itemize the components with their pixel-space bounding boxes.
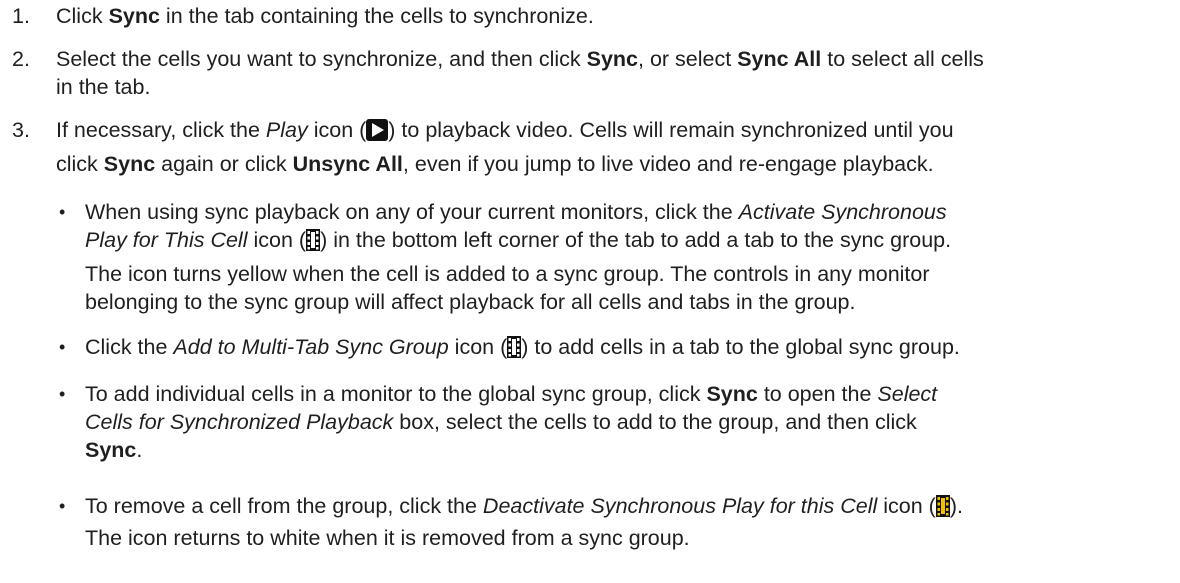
- bullet-text-line-2: The icon returns to white when it is rem…: [85, 526, 690, 550]
- play-label: Play: [265, 118, 308, 142]
- bullet-dot: •: [59, 384, 66, 404]
- step-number: 2.: [12, 47, 30, 71]
- step-number: 1.: [12, 4, 30, 28]
- film-strip-icon: [306, 229, 321, 251]
- bullet-text: Click the Add to Multi-Tab Sync Group ic…: [85, 335, 960, 359]
- film-strip-icon: [507, 336, 522, 358]
- instruction-document: 1. Click Sync in the tab containing the …: [0, 0, 1180, 583]
- bullet-dot: •: [59, 337, 66, 357]
- step-text: Click Sync in the tab containing the cel…: [56, 4, 594, 28]
- sync-label: Sync: [103, 152, 156, 176]
- film-strip-yellow-icon: [935, 495, 950, 517]
- bullet-text-line-2: Play for This Cell icon () in the bottom…: [85, 228, 952, 252]
- step-number: 3.: [12, 118, 30, 142]
- sync-label: Sync: [586, 47, 639, 71]
- bullet-text: To remove a cell from the group, click t…: [85, 494, 963, 518]
- bullet-text-line-4: belonging to the sync group will affect …: [85, 290, 856, 314]
- sync-label: Sync: [108, 4, 160, 28]
- bullet-text-line-3: Sync.: [85, 438, 143, 462]
- sync-all-label: Sync All: [737, 47, 822, 71]
- bullet-dot: •: [59, 496, 66, 516]
- unsync-all-label: Unsync All: [292, 152, 403, 176]
- bullet-dot: •: [59, 202, 66, 222]
- step-text: If necessary, click the Play icon () to …: [56, 118, 954, 142]
- step-text-line-2: in the tab.: [56, 75, 151, 99]
- step-text-line-2: click Sync again or click Unsync All, ev…: [56, 152, 934, 176]
- play-icon: [366, 119, 389, 141]
